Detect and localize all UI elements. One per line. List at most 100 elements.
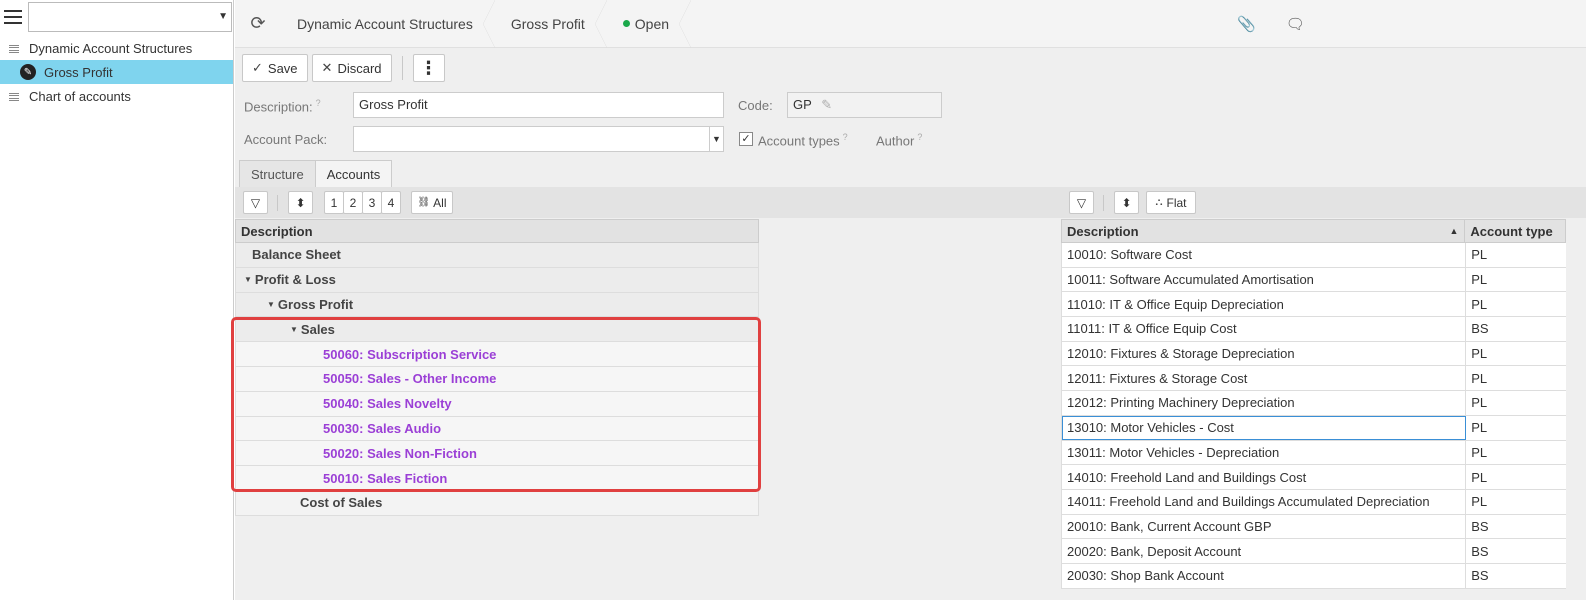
help-icon[interactable]: ? xyxy=(917,132,922,142)
tree-row[interactable]: ▼ Gross Profit xyxy=(235,292,759,318)
cell-account-type[interactable]: PL xyxy=(1466,268,1566,292)
column-header-description[interactable]: Description xyxy=(235,219,759,243)
description-input[interactable]: Gross Profit xyxy=(353,92,724,118)
table-row[interactable]: 13011: Motor Vehicles - Depreciation PL xyxy=(1061,440,1566,466)
cell-description[interactable]: 13011: Motor Vehicles - Depreciation xyxy=(1062,440,1467,465)
table-row[interactable]: 11010: IT & Office Equip Depreciation PL xyxy=(1061,292,1566,318)
cell-account-type[interactable]: BS xyxy=(1466,564,1566,588)
tree-leaf-row[interactable]: 50010: Sales Fiction xyxy=(235,466,759,491)
table-row[interactable]: 14011: Freehold Land and Buildings Accum… xyxy=(1061,489,1566,515)
cell-description[interactable]: 12012: Printing Machinery Depreciation xyxy=(1062,391,1467,415)
table-row[interactable]: 14010: Freehold Land and Buildings Cost P… xyxy=(1061,465,1566,490)
sort-icon[interactable]: ⬍ xyxy=(288,191,313,214)
cell-account-type[interactable]: BS xyxy=(1466,515,1566,539)
cell-description[interactable]: 14011: Freehold Land and Buildings Accum… xyxy=(1062,489,1467,514)
save-button[interactable]: ✓ Save xyxy=(242,54,308,82)
cell-description[interactable]: 12010: Fixtures & Storage Depreciation xyxy=(1062,341,1467,366)
level-3-button[interactable]: 3 xyxy=(362,191,382,214)
breadcrumb-gross-profit[interactable]: Gross Profit xyxy=(495,0,607,48)
breadcrumb-dynamic-account-structures[interactable]: Dynamic Account Structures xyxy=(281,0,495,48)
cell-description[interactable]: 12011: Fixtures & Storage Cost xyxy=(1062,366,1467,391)
cell-description[interactable]: 10011: Software Accumulated Amortisation xyxy=(1062,267,1467,292)
caret-down-icon[interactable]: ▼ xyxy=(290,325,298,334)
flat-view-button[interactable]: ⛬ Flat xyxy=(1146,191,1196,214)
caret-down-icon[interactable]: ▼ xyxy=(267,300,275,309)
filter-icon[interactable]: ▽ xyxy=(243,191,268,214)
chevron-down-icon[interactable]: ▼ xyxy=(218,11,228,22)
tree-row[interactable]: ▼ Profit & Loss xyxy=(235,267,759,293)
more-options-button[interactable]: ⋮ xyxy=(412,54,445,82)
level-4-button[interactable]: 4 xyxy=(381,191,401,214)
cell-account-type[interactable]: PL xyxy=(1466,243,1566,267)
table-row[interactable]: 10010: Software Cost PL xyxy=(1061,243,1566,268)
tree-leaf-row[interactable]: 50020: Sales Non-Fiction xyxy=(235,441,759,467)
refresh-icon[interactable]: ⟳ xyxy=(235,0,281,48)
tree-leaf-row[interactable]: 50030: Sales Audio xyxy=(235,416,759,442)
sidebar-item-dynamic-account-structures[interactable]: Dynamic Account Structures xyxy=(0,36,233,60)
table-row[interactable]: 20010: Bank, Current Account GBP BS xyxy=(1061,514,1566,540)
description-row: Description:? Gross Profit Code: GP ✎ xyxy=(235,88,1586,122)
sort-icon[interactable]: ⬍ xyxy=(1114,191,1139,214)
cell-description[interactable]: 20010: Bank, Current Account GBP xyxy=(1062,514,1467,539)
breadcrumb-status[interactable]: Open xyxy=(607,0,692,48)
level-2-button[interactable]: 2 xyxy=(343,191,363,214)
column-header-description[interactable]: Description ▲ xyxy=(1062,220,1466,242)
cell-account-type[interactable]: PL xyxy=(1466,366,1566,390)
cell-description[interactable]: 20020: Bank, Deposit Account xyxy=(1062,539,1467,563)
tree-leaf-row[interactable]: 50040: Sales Novelty xyxy=(235,391,759,417)
paperclip-icon[interactable]: 📎 xyxy=(1237,15,1256,33)
cell-account-type[interactable]: PL xyxy=(1466,292,1566,316)
cell-account-type[interactable]: PL xyxy=(1466,490,1566,514)
comment-icon[interactable]: 🗨 xyxy=(1286,15,1305,33)
sidebar-list: Dynamic Account Structures ✎ Gross Profi… xyxy=(0,36,233,108)
author-label-text: Author xyxy=(876,133,915,149)
tree-row[interactable]: ▼ Sales xyxy=(235,317,759,343)
help-icon[interactable]: ? xyxy=(843,132,848,142)
cell-account-type[interactable]: PL xyxy=(1466,465,1566,489)
chevron-down-icon[interactable]: ▼ xyxy=(709,127,723,151)
cell-account-type[interactable]: PL xyxy=(1466,416,1566,440)
cell-account-type[interactable]: BS xyxy=(1466,539,1566,563)
tab-accounts[interactable]: Accounts xyxy=(314,160,393,187)
caret-down-icon[interactable]: ▼ xyxy=(244,275,252,284)
sidebar-item-label: Gross Profit xyxy=(44,64,113,80)
pencil-icon[interactable]: ✎ xyxy=(821,97,832,112)
table-row[interactable]: 12010: Fixtures & Storage Depreciation PL xyxy=(1061,341,1566,367)
tree-row[interactable]: Cost of Sales xyxy=(235,490,759,516)
table-row[interactable]: 13010: Motor Vehicles - Cost PL xyxy=(1061,415,1566,441)
tree-row[interactable]: Balance Sheet xyxy=(235,243,759,268)
cell-description[interactable]: 11011: IT & Office Equip Cost xyxy=(1062,317,1467,341)
tab-structure[interactable]: Structure xyxy=(239,160,316,187)
filter-icon[interactable]: ▽ xyxy=(1069,191,1094,214)
tree-leaf-row[interactable]: 50060: Subscription Service xyxy=(235,342,759,367)
sidebar-item-chart-of-accounts[interactable]: Chart of accounts xyxy=(0,84,233,108)
cell-description[interactable]: 20030: Shop Bank Account xyxy=(1062,563,1467,588)
account-types-checkbox[interactable]: ✓ xyxy=(739,132,753,146)
table-row[interactable]: 11011: IT & Office Equip Cost BS xyxy=(1061,317,1566,342)
table-row[interactable]: 10011: Software Accumulated Amortisation… xyxy=(1061,267,1566,293)
table-row[interactable]: 20020: Bank, Deposit Account BS xyxy=(1061,539,1566,564)
help-icon[interactable]: ? xyxy=(316,98,321,108)
sidebar-search-select[interactable]: ▼ xyxy=(28,2,232,32)
hamburger-menu-icon[interactable] xyxy=(4,10,22,24)
table-row[interactable]: 12011: Fixtures & Storage Cost PL xyxy=(1061,366,1566,392)
sort-ascending-icon[interactable]: ▲ xyxy=(1449,226,1458,236)
tree-leaf-row[interactable]: 50050: Sales - Other Income xyxy=(235,366,759,392)
column-header-account-type[interactable]: Account type xyxy=(1465,220,1565,242)
account-pack-row: Account Pack: ▼ ✓ Account types? Author? xyxy=(235,122,1586,156)
discard-button[interactable]: ✕ Discard xyxy=(311,54,392,82)
level-1-button[interactable]: 1 xyxy=(324,191,344,214)
sidebar-item-gross-profit[interactable]: ✎ Gross Profit xyxy=(0,60,233,84)
table-row[interactable]: 12012: Printing Machinery Depreciation PL xyxy=(1061,391,1566,416)
account-pack-select[interactable]: ▼ xyxy=(353,126,724,152)
table-row[interactable]: 20030: Shop Bank Account BS xyxy=(1061,563,1566,589)
cell-account-type[interactable]: PL xyxy=(1466,391,1566,415)
cell-account-type[interactable]: BS xyxy=(1466,317,1566,341)
cell-description[interactable]: 13010: Motor Vehicles - Cost xyxy=(1062,415,1467,440)
cell-account-type[interactable]: PL xyxy=(1466,441,1566,465)
cell-account-type[interactable]: PL xyxy=(1466,342,1566,366)
expand-all-button[interactable]: ⛓ All xyxy=(411,191,453,214)
cell-description[interactable]: 11010: IT & Office Equip Depreciation xyxy=(1062,292,1467,317)
cell-description[interactable]: 14010: Freehold Land and Buildings Cost xyxy=(1062,465,1467,489)
cell-description[interactable]: 10010: Software Cost xyxy=(1062,243,1467,267)
